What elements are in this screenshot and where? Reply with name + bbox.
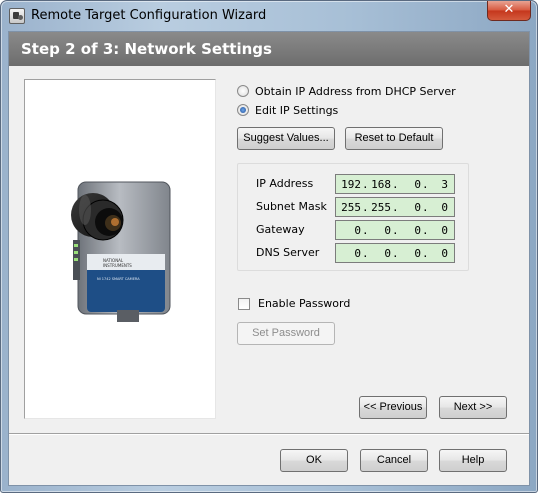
gateway-octet-4[interactable]: 0: [426, 224, 448, 237]
edit-ip-radio[interactable]: [237, 104, 249, 116]
dns-octet-3[interactable]: 0: [399, 247, 421, 260]
dns-server-field[interactable]: 0. 0. 0. 0: [335, 243, 455, 263]
footer-separator: [9, 433, 529, 435]
ip-settings-group: IP Address 192. 168. 0. 3 Subnet Mask 25…: [237, 163, 469, 271]
gateway-row: Gateway 0. 0. 0. 0: [238, 220, 470, 240]
ip-octet-3[interactable]: 0: [399, 178, 421, 191]
ip-octet-1[interactable]: 192: [339, 178, 361, 191]
dns-octet-1[interactable]: 0: [339, 247, 361, 260]
enable-password-label: Enable Password: [258, 297, 351, 310]
wizard-window: Remote Target Configuration Wizard ✕ Ste…: [0, 0, 538, 493]
cancel-button[interactable]: Cancel: [360, 449, 428, 472]
camera-model-text: NI 1742 SMART CAMERA: [97, 277, 140, 281]
camera-brand-line2: INSTRUMENTS: [103, 263, 132, 268]
subnet-octet-3[interactable]: 0: [399, 201, 421, 214]
set-password-button[interactable]: Set Password: [237, 322, 335, 345]
smart-camera-image: NATIONAL INSTRUMENTS NI 1742 SMART CAMER…: [71, 181, 171, 322]
subnet-mask-field[interactable]: 255. 255. 0. 0: [335, 197, 455, 217]
dhcp-option[interactable]: Obtain IP Address from DHCP Server: [237, 83, 456, 99]
ok-button[interactable]: OK: [280, 449, 348, 472]
dns-server-label: DNS Server: [256, 246, 320, 259]
subnet-mask-row: Subnet Mask 255. 255. 0. 0: [238, 197, 470, 217]
subnet-octet-2[interactable]: 255: [369, 201, 391, 214]
dhcp-label: Obtain IP Address from DHCP Server: [255, 84, 456, 98]
ip-octet-4[interactable]: 3: [426, 178, 448, 191]
close-button[interactable]: ✕: [487, 1, 531, 21]
ip-octet-2[interactable]: 168: [369, 178, 391, 191]
camera-image-panel: NATIONAL INSTRUMENTS NI 1742 SMART CAMER…: [24, 79, 216, 419]
next-button[interactable]: Next >>: [439, 396, 507, 419]
dns-server-row: DNS Server 0. 0. 0. 0: [238, 243, 470, 263]
reset-to-default-button[interactable]: Reset to Default: [345, 127, 443, 150]
title-bar[interactable]: Remote Target Configuration Wizard ✕: [1, 1, 537, 31]
previous-button[interactable]: << Previous: [359, 396, 427, 419]
wizard-client-area: Step 2 of 3: Network Settings NATIONAL I…: [8, 31, 530, 486]
subnet-octet-1[interactable]: 255: [339, 201, 361, 214]
ip-address-row: IP Address 192. 168. 0. 3: [238, 174, 470, 194]
gateway-octet-2[interactable]: 0: [369, 224, 391, 237]
window-title: Remote Target Configuration Wizard: [31, 8, 267, 23]
edit-ip-label: Edit IP Settings: [255, 103, 339, 117]
suggest-values-button[interactable]: Suggest Values...: [237, 127, 335, 150]
gateway-octet-1[interactable]: 0: [339, 224, 361, 237]
gateway-label: Gateway: [256, 223, 305, 236]
enable-password-checkbox[interactable]: [238, 298, 250, 310]
dhcp-radio[interactable]: [237, 85, 249, 97]
edit-ip-option[interactable]: Edit IP Settings: [237, 102, 338, 118]
gateway-field[interactable]: 0. 0. 0. 0: [335, 220, 455, 240]
ip-address-field[interactable]: 192. 168. 0. 3: [335, 174, 455, 194]
app-icon: [9, 8, 25, 24]
subnet-mask-label: Subnet Mask: [256, 200, 327, 213]
dns-octet-2[interactable]: 0: [369, 247, 391, 260]
help-button[interactable]: Help: [439, 449, 507, 472]
subnet-octet-4[interactable]: 0: [426, 201, 448, 214]
step-header: Step 2 of 3: Network Settings: [9, 32, 529, 66]
dns-octet-4[interactable]: 0: [426, 247, 448, 260]
gateway-octet-3[interactable]: 0: [399, 224, 421, 237]
ip-address-label: IP Address: [256, 177, 314, 190]
